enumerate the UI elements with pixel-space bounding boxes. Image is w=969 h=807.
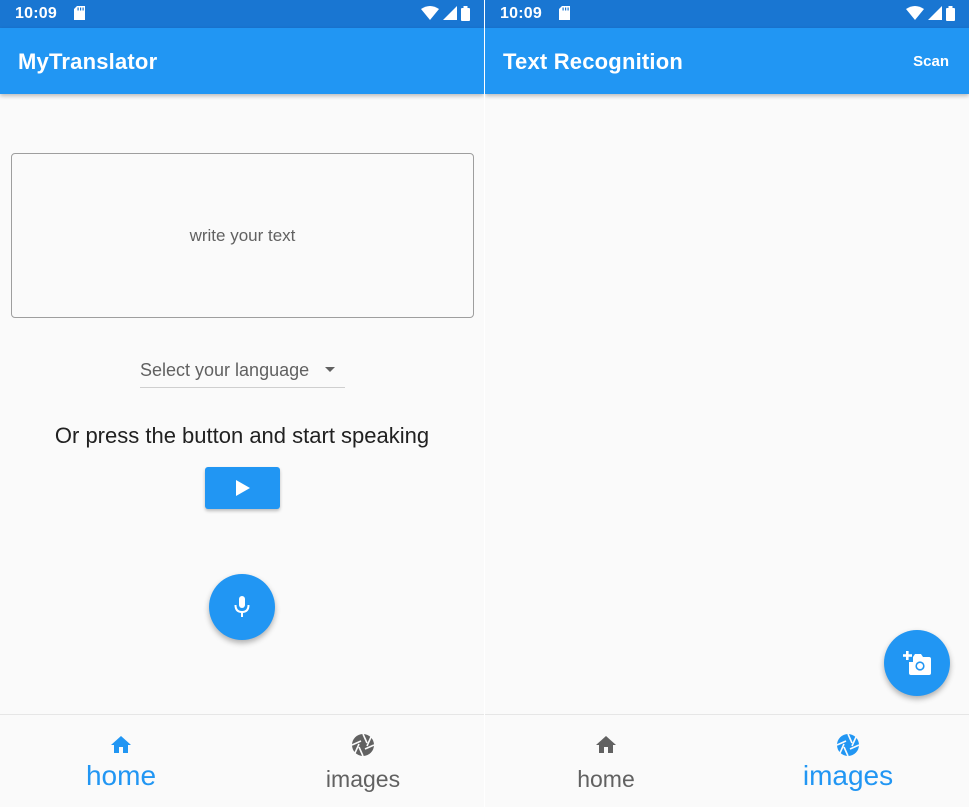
- translator-screen: 10:09 MyTranslator Select your language …: [0, 0, 484, 807]
- battery-icon: [946, 5, 955, 21]
- app-bar: Text Recognition Scan: [485, 28, 969, 94]
- nav-item-label: home: [85, 760, 157, 791]
- cell-signal-icon: [443, 6, 457, 20]
- system-icons: [906, 5, 955, 21]
- dropdown-arrow-icon: [325, 367, 335, 372]
- sd-card-icon: [559, 6, 570, 20]
- bottom-navigation: home images: [485, 714, 969, 807]
- speak-prompt: Or press the button and start speaking: [54, 423, 430, 448]
- home-icon: [111, 736, 131, 753]
- add-photo-fab-button[interactable]: [884, 630, 950, 696]
- play-button[interactable]: [205, 467, 280, 509]
- mic-fab-button[interactable]: [209, 574, 275, 640]
- app-title: Text Recognition: [503, 49, 684, 74]
- text-recognition-screen: 10:09 Text Recognition Scan home images: [485, 0, 969, 807]
- scan-button[interactable]: Scan: [913, 53, 949, 70]
- status-time: 10:09: [500, 5, 542, 22]
- mic-icon: [234, 596, 250, 617]
- home-icon: [596, 736, 616, 753]
- app-bar: MyTranslator: [0, 28, 484, 94]
- nav-item-images[interactable]: images: [727, 715, 969, 807]
- nav-item-home[interactable]: home: [485, 715, 727, 807]
- nav-item-home[interactable]: home: [0, 715, 242, 807]
- status-time: 10:09: [15, 5, 57, 22]
- status-bar: 10:09: [485, 0, 969, 28]
- system-icons: [421, 5, 470, 21]
- status-bar: 10:09: [0, 0, 484, 28]
- nav-item-label: home: [577, 766, 635, 792]
- play-icon: [235, 480, 250, 496]
- camera-shutter-icon: [351, 733, 375, 757]
- camera-shutter-icon: [836, 733, 860, 757]
- language-dropdown[interactable]: Select your language: [140, 354, 345, 388]
- cell-signal-icon: [928, 6, 942, 20]
- wifi-icon: [906, 6, 924, 20]
- text-input-box[interactable]: [11, 153, 474, 318]
- app-title: MyTranslator: [18, 49, 158, 74]
- bottom-navigation: home images: [0, 714, 484, 807]
- sd-card-icon: [74, 6, 85, 20]
- language-dropdown-label: Select your language: [140, 360, 310, 380]
- nav-item-label: images: [802, 760, 894, 791]
- battery-icon: [461, 5, 470, 21]
- nav-item-images[interactable]: images: [242, 715, 484, 807]
- text-input[interactable]: [12, 225, 473, 246]
- add-a-photo-icon: [903, 651, 931, 675]
- wifi-icon: [421, 6, 439, 20]
- nav-item-label: images: [325, 766, 401, 792]
